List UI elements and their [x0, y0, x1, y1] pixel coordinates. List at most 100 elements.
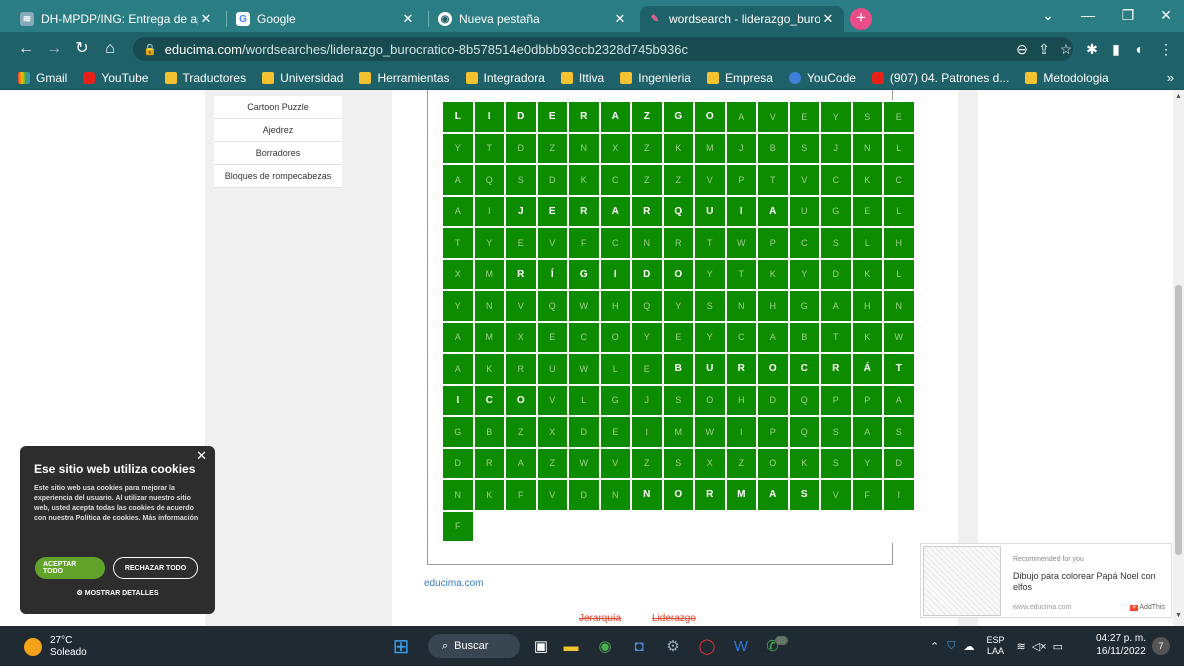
close-icon[interactable]: ✕ [400, 11, 416, 27]
accept-all-button[interactable]: ACEPTAR TODO [35, 557, 105, 579]
grid-cell[interactable]: Y [662, 290, 694, 322]
ad-image[interactable] [923, 546, 1001, 616]
bookmark-patrones[interactable]: (907) 04. Patrones d... [871, 71, 1009, 85]
grid-cell[interactable]: X [442, 258, 474, 290]
bookmark-youtube[interactable]: YouTube [83, 71, 149, 85]
grid-cell[interactable]: N [631, 479, 663, 511]
grid-cell[interactable]: T [694, 227, 726, 259]
grid-cell[interactable]: S [820, 416, 852, 448]
grid-cell[interactable]: L [883, 258, 915, 290]
grid-cell[interactable]: A [599, 101, 631, 133]
zoom-icon[interactable]: ⊖ [1012, 37, 1032, 61]
restore-icon[interactable]: ❐ [1110, 0, 1146, 32]
grid-cell[interactable]: V [757, 101, 789, 133]
grid-cell[interactable]: O [662, 258, 694, 290]
cloud-icon[interactable]: ☁ [963, 640, 974, 653]
grid-cell[interactable]: I [631, 416, 663, 448]
grid-cell[interactable]: Q [631, 290, 663, 322]
chrome-taskbar-icon[interactable]: ◉ [592, 633, 618, 659]
grid-cell[interactable]: Y [851, 447, 883, 479]
grid-cell[interactable]: A [725, 101, 757, 133]
taskbar-search[interactable]: ⌕ Buscar [428, 634, 520, 658]
language-indicator[interactable]: ESP LAA [986, 635, 1004, 657]
grid-cell[interactable]: Y [442, 132, 474, 164]
grid-cell[interactable]: A [442, 164, 474, 196]
tab-dh-mpdp[interactable]: ≋ DH-MPDP/ING: Entrega de apun ✕ [12, 6, 222, 32]
grid-cell[interactable]: R [694, 479, 726, 511]
grid-cell[interactable]: B [757, 132, 789, 164]
back-icon[interactable]: ← [16, 39, 36, 59]
close-icon[interactable]: ✕ [198, 11, 214, 27]
grid-cell[interactable]: H [725, 384, 757, 416]
grid-cell[interactable]: A [757, 195, 789, 227]
tab-google[interactable]: G Google ✕ [228, 6, 424, 32]
grid-cell[interactable]: F [851, 479, 883, 511]
grid-cell[interactable]: N [631, 227, 663, 259]
grid-cell[interactable]: I [473, 195, 505, 227]
grid-cell[interactable]: Y [473, 227, 505, 259]
grid-cell[interactable]: Z [662, 164, 694, 196]
grid-cell[interactable]: T [725, 258, 757, 290]
grid-cell[interactable]: B [662, 353, 694, 385]
url-input[interactable]: 🔒 educima.com /wordsearches/liderazgo_bu… [133, 37, 1073, 61]
grid-cell[interactable]: O [662, 479, 694, 511]
grid-cell[interactable]: T [473, 132, 505, 164]
grid-cell[interactable]: Z [505, 416, 537, 448]
grid-cell[interactable]: Y [631, 321, 663, 353]
grid-cell[interactable]: Z [631, 447, 663, 479]
grid-cell[interactable]: J [631, 384, 663, 416]
grid-cell[interactable]: I [725, 416, 757, 448]
weather-widget[interactable]: 27°C Soleado [24, 635, 87, 659]
grid-cell[interactable]: U [694, 353, 726, 385]
grid-cell[interactable]: W [568, 353, 600, 385]
grid-cell[interactable]: I [473, 101, 505, 133]
grid-cell[interactable]: V [599, 447, 631, 479]
clock[interactable]: 04:27 p. m. 16/11/2022 [1096, 632, 1146, 658]
grid-cell[interactable]: N [568, 132, 600, 164]
grid-cell[interactable]: B [473, 416, 505, 448]
scroll-down-icon[interactable]: ▼ [1175, 612, 1182, 619]
grid-cell[interactable]: Á [851, 353, 883, 385]
grid-cell[interactable]: F [442, 510, 474, 542]
grid-cell[interactable]: K [851, 258, 883, 290]
grid-cell[interactable]: E [851, 195, 883, 227]
grid-cell[interactable]: P [851, 384, 883, 416]
grid-cell[interactable]: C [820, 164, 852, 196]
grid-cell[interactable]: Z [725, 447, 757, 479]
bookmark-traductores[interactable]: Traductores [164, 71, 246, 85]
grid-cell[interactable]: X [694, 447, 726, 479]
grid-cell[interactable]: C [883, 164, 915, 196]
grid-cell[interactable]: T [820, 321, 852, 353]
grid-cell[interactable]: F [568, 227, 600, 259]
grid-cell[interactable]: L [883, 132, 915, 164]
grid-cell[interactable]: H [757, 290, 789, 322]
grid-cell[interactable]: F [505, 479, 537, 511]
grid-cell[interactable]: N [473, 290, 505, 322]
grid-cell[interactable]: Q [536, 290, 568, 322]
grid-cell[interactable]: A [442, 321, 474, 353]
bookmark-empresa[interactable]: Empresa [706, 71, 773, 85]
minimize-icon[interactable]: — [1070, 0, 1106, 32]
grid-cell[interactable]: R [505, 353, 537, 385]
grid-cell[interactable]: D [568, 479, 600, 511]
grid-cell[interactable]: M [725, 479, 757, 511]
forward-icon[interactable]: → [44, 39, 64, 59]
grid-cell[interactable]: L [883, 195, 915, 227]
grid-cell[interactable]: A [442, 353, 474, 385]
shield-icon[interactable]: ⛉ [947, 640, 955, 653]
grid-cell[interactable]: Y [694, 321, 726, 353]
grid-cell[interactable]: S [883, 416, 915, 448]
grid-cell[interactable]: N [442, 479, 474, 511]
grid-cell[interactable]: S [662, 447, 694, 479]
grid-cell[interactable]: N [883, 290, 915, 322]
grid-cell[interactable]: P [757, 227, 789, 259]
grid-cell[interactable]: S [820, 227, 852, 259]
store-icon[interactable]: ◘ [626, 633, 652, 659]
chevron-up-icon[interactable]: ⌃ [930, 640, 939, 653]
chevron-right-icon[interactable]: » [1167, 70, 1174, 85]
grid-cell[interactable]: T [883, 353, 915, 385]
grid-cell[interactable]: G [599, 384, 631, 416]
grid-cell[interactable]: B [788, 321, 820, 353]
grid-cell[interactable]: K [757, 258, 789, 290]
grid-cell[interactable]: G [568, 258, 600, 290]
